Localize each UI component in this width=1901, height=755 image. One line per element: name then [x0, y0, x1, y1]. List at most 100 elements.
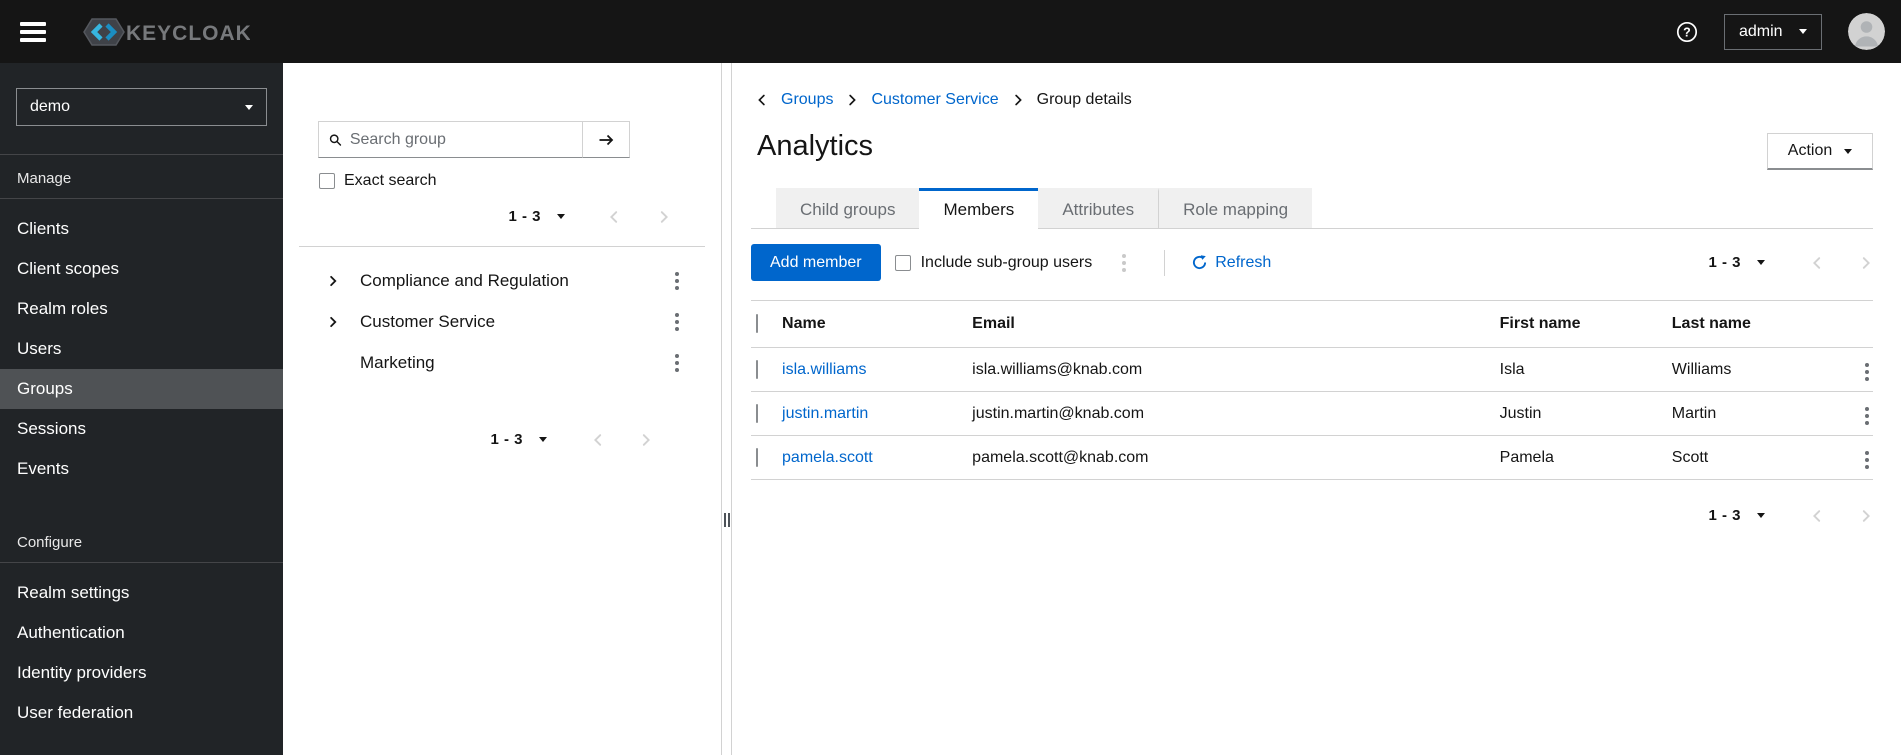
realm-selector[interactable]: demo [16, 88, 267, 126]
column-header-first-name: First name [1499, 315, 1581, 332]
next-page-icon[interactable] [1859, 256, 1873, 270]
pagination-options-caret-icon[interactable] [557, 214, 565, 219]
row-checkbox[interactable] [756, 359, 758, 379]
sidebar-item-events[interactable]: Events [0, 449, 283, 489]
column-header-last-name: Last name [1671, 315, 1751, 332]
select-all-checkbox[interactable] [756, 314, 758, 333]
breadcrumb-back-icon[interactable] [756, 94, 768, 106]
member-email: pamela.scott@knab.com [972, 448, 1149, 466]
pagination-options-caret-icon[interactable] [1757, 513, 1765, 518]
hamburger-menu-icon[interactable] [20, 21, 48, 42]
sidebar-item-realm-settings[interactable]: Realm settings [0, 573, 283, 613]
sidebar-item-identity-providers[interactable]: Identity providers [0, 653, 283, 693]
panel-resizer[interactable] [722, 63, 732, 755]
row-checkbox[interactable] [756, 403, 758, 423]
toolbar-kebab-menu-icon[interactable] [1118, 250, 1130, 276]
tree-item-label[interactable]: Marketing [360, 353, 435, 373]
table-header-row: Name Email First name Last name [751, 300, 1873, 348]
kebab-menu-icon[interactable] [671, 309, 683, 335]
previous-page-icon[interactable] [1810, 509, 1824, 523]
keycloak-logo: KEYCLOAK [74, 16, 250, 48]
members-toolbar: Add member Include sub-group users Refre… [751, 243, 1873, 282]
member-last-name: Scott [1671, 448, 1709, 466]
row-checkbox[interactable] [756, 447, 758, 467]
avatar[interactable] [1848, 13, 1885, 50]
tree-pagination-top: 1 - 3 [283, 208, 721, 225]
tab-role-mapping[interactable]: Role mapping [1158, 188, 1313, 228]
sidebar-item-realm-roles[interactable]: Realm roles [0, 289, 283, 329]
exact-search: Exact search [319, 172, 721, 190]
kebab-menu-icon[interactable] [671, 350, 683, 376]
row-kebab-menu-icon[interactable] [1861, 403, 1873, 429]
help-icon[interactable]: ? [1676, 21, 1698, 43]
previous-page-icon[interactable] [1810, 256, 1824, 270]
user-menu-dropdown[interactable]: admin [1724, 13, 1822, 50]
exact-search-label: Exact search [344, 172, 437, 189]
next-page-icon[interactable] [639, 433, 653, 447]
pagination-options-caret-icon[interactable] [539, 437, 547, 442]
refresh-button[interactable]: Refresh [1192, 254, 1271, 272]
chevron-down-icon [245, 104, 253, 110]
pagination-range: 1 - 3 [490, 431, 523, 448]
sidebar-item-groups[interactable]: Groups [0, 369, 283, 409]
include-subgroups-checkbox[interactable] [894, 254, 911, 271]
groups-tree: Compliance and Regulation Customer Servi… [283, 260, 721, 383]
search-icon [329, 133, 342, 146]
previous-page-icon[interactable] [607, 210, 621, 224]
sidebar-item-authentication[interactable]: Authentication [0, 613, 283, 653]
tree-pagination-bottom: 1 - 3 [283, 431, 721, 448]
tree-item-label[interactable]: Customer Service [360, 312, 495, 332]
include-subgroups: Include sub-group users [894, 254, 1092, 272]
resizer-grip-icon[interactable] [723, 513, 730, 527]
page-title: Analytics [757, 130, 874, 162]
pagination-range: 1 - 3 [508, 208, 541, 225]
sidebar-item-sessions[interactable]: Sessions [0, 409, 283, 449]
pagination-range: 1 - 3 [1708, 507, 1741, 524]
breadcrumb-customer-service-link[interactable]: Customer Service [871, 91, 998, 109]
kebab-menu-icon[interactable] [671, 268, 683, 294]
group-detail-tabs: Child groups Members Attributes Role map… [751, 188, 1873, 229]
sidebar-item-client-scopes[interactable]: Client scopes [0, 249, 283, 289]
tree-item-customer-service[interactable]: Customer Service [283, 301, 721, 342]
sidebar-item-clients[interactable]: Clients [0, 209, 283, 249]
tab-attributes[interactable]: Attributes [1038, 188, 1159, 228]
chevron-down-icon [1844, 148, 1853, 154]
member-name-link[interactable]: pamela.scott [782, 449, 873, 466]
tree-divider [299, 246, 705, 247]
search-submit-button[interactable] [582, 121, 630, 158]
tab-child-groups[interactable]: Child groups [776, 188, 920, 228]
row-kebab-menu-icon[interactable] [1861, 447, 1873, 473]
tab-members[interactable]: Members [919, 188, 1039, 229]
pagination-options-caret-icon[interactable] [1757, 260, 1765, 265]
expand-chevron-icon[interactable] [323, 316, 343, 328]
breadcrumb-separator-icon [1014, 94, 1022, 106]
search-group-input[interactable] [349, 130, 574, 149]
exact-search-checkbox[interactable] [319, 173, 335, 189]
next-page-icon[interactable] [1859, 509, 1873, 523]
add-member-button[interactable]: Add member [751, 244, 881, 281]
member-last-name: Martin [1671, 404, 1717, 422]
sidebar-item-users[interactable]: Users [0, 329, 283, 369]
previous-page-icon[interactable] [591, 433, 605, 447]
expand-chevron-icon[interactable] [323, 275, 343, 287]
member-first-name: Isla [1499, 360, 1525, 378]
sidebar-divider [0, 562, 283, 563]
member-name-link[interactable]: isla.williams [782, 361, 866, 378]
tree-item-compliance-and-regulation[interactable]: Compliance and Regulation [283, 260, 721, 301]
column-header-actions [1833, 301, 1873, 348]
breadcrumb-groups-link[interactable]: Groups [781, 91, 833, 109]
table-row: justin.martin justin.martin@knab.com Jus… [751, 392, 1873, 436]
sidebar-divider [0, 198, 283, 199]
sidebar-item-user-federation[interactable]: User federation [0, 693, 283, 733]
topbar-actions: ? admin [1676, 13, 1885, 50]
column-header-name: Name [782, 315, 826, 332]
svg-text:KEYCLOAK: KEYCLOAK [126, 22, 250, 45]
breadcrumb-current: Group details [1036, 91, 1132, 108]
row-kebab-menu-icon[interactable] [1861, 359, 1873, 385]
tree-item-label[interactable]: Compliance and Regulation [360, 271, 569, 291]
member-last-name: Williams [1671, 360, 1732, 378]
tree-item-marketing[interactable]: Marketing [283, 342, 721, 383]
action-dropdown-button[interactable]: Action [1767, 133, 1873, 170]
next-page-icon[interactable] [657, 210, 671, 224]
member-name-link[interactable]: justin.martin [782, 405, 868, 422]
